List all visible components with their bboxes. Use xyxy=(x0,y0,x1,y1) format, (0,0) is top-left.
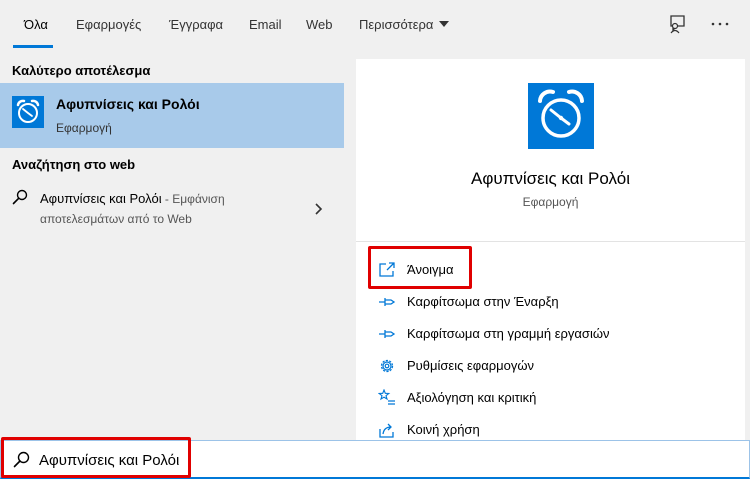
search-box-highlight xyxy=(1,437,191,478)
pin-icon xyxy=(379,330,396,338)
tab-web[interactable]: Web xyxy=(306,17,333,32)
share-icon xyxy=(379,423,394,438)
pin-to-taskbar-label: Καρφίτσωμα στη γραμμή εργασιών xyxy=(407,326,610,341)
best-match-title: Αφυπνίσεις και Ρολόι xyxy=(56,96,200,112)
gear-icon xyxy=(380,359,394,373)
ellipsis-icon[interactable] xyxy=(709,13,731,35)
share-action[interactable]: Κοινή χρήση xyxy=(378,418,708,442)
search-icon xyxy=(12,189,28,205)
results-panel: Καλύτερο αποτέλεσμα Αφυπνίσεις και Ρολόι… xyxy=(0,50,344,440)
best-match-heading: Καλύτερο αποτέλεσμα xyxy=(12,63,151,78)
web-search-text: Αφυπνίσεις και Ρολόι - Εμφάνιση αποτελεσ… xyxy=(40,189,290,229)
filter-tab-bar: Όλα Εφαρμογές Έγγραφα Email Web Περισσότ… xyxy=(0,0,750,50)
pin-to-start-action[interactable]: Καρφίτσωμα στην Έναρξη xyxy=(378,290,708,314)
alarm-clock-icon xyxy=(528,83,594,149)
web-search-result[interactable]: Αφυπνίσεις και Ρολόι - Εμφάνιση αποτελεσ… xyxy=(0,180,344,232)
chevron-down-icon xyxy=(439,21,450,27)
star-icon xyxy=(378,389,395,405)
tab-more-label: Περισσότερα xyxy=(359,17,434,32)
app-settings-label: Ρυθμίσεις εφαρμογών xyxy=(407,358,534,373)
tab-more[interactable]: Περισσότερα xyxy=(359,17,450,32)
best-match-result[interactable]: Αφυπνίσεις και Ρολόι Εφαρμογή xyxy=(0,83,344,148)
web-search-query: Αφυπνίσεις και Ρολόι xyxy=(40,191,162,206)
rate-and-review-label: Αξιολόγηση και κριτική xyxy=(407,390,537,405)
detail-app-subtitle: Εφαρμογή xyxy=(522,195,579,209)
pin-icon xyxy=(379,298,396,306)
tab-apps[interactable]: Εφαρμογές xyxy=(76,17,141,32)
active-tab-indicator xyxy=(13,45,53,48)
detail-divider xyxy=(356,241,745,242)
detail-app-title: Αφυπνίσεις και Ρολόι xyxy=(471,169,630,188)
web-search-heading: Αναζήτηση στο web xyxy=(12,157,136,172)
tab-documents[interactable]: Έγγραφα xyxy=(169,17,223,32)
alarm-clock-icon xyxy=(12,96,44,128)
app-settings-action[interactable]: Ρυθμίσεις εφαρμογών xyxy=(378,354,708,378)
tab-email[interactable]: Email xyxy=(249,17,282,32)
chevron-right-icon[interactable] xyxy=(313,202,323,216)
rate-and-review-action[interactable]: Αξιολόγηση και κριτική xyxy=(378,386,708,410)
open-action-highlight xyxy=(368,246,472,289)
tab-all[interactable]: Όλα xyxy=(24,17,48,32)
best-match-subtitle: Εφαρμογή xyxy=(56,121,112,135)
feedback-icon[interactable] xyxy=(666,13,688,35)
share-label: Κοινή χρήση xyxy=(407,422,480,437)
pin-to-taskbar-action[interactable]: Καρφίτσωμα στη γραμμή εργασιών xyxy=(378,322,708,346)
pin-to-start-label: Καρφίτσωμα στην Έναρξη xyxy=(407,294,559,309)
